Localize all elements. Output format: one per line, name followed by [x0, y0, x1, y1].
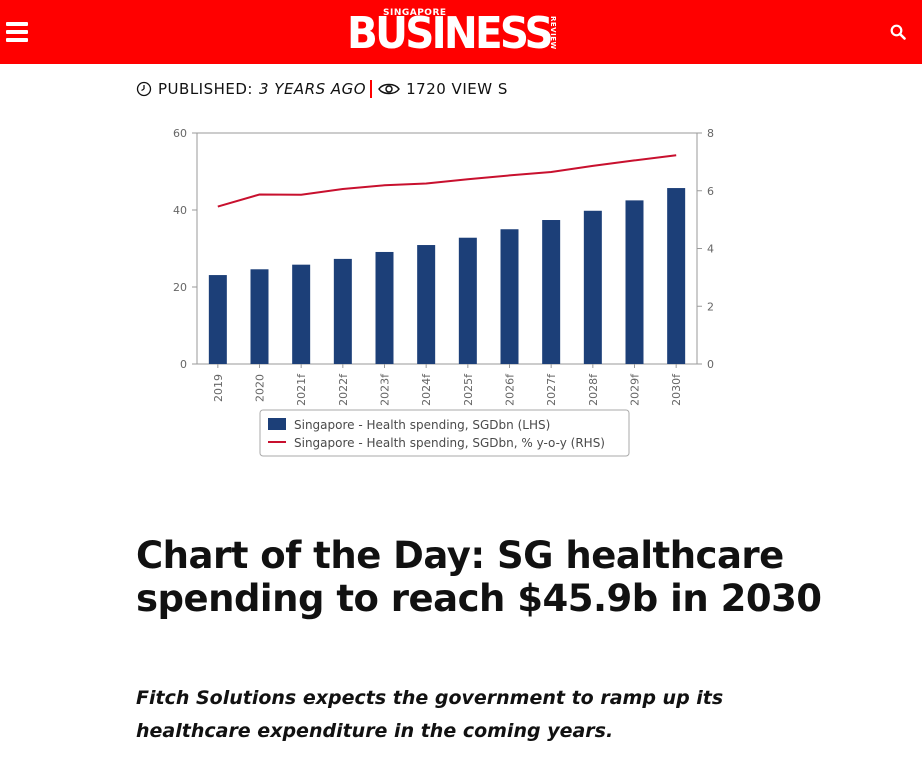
legend-line-label: Singapore - Health spending, SGDbn, % y-… — [294, 436, 605, 450]
x-axis-tick-label: 2025f — [462, 373, 475, 406]
x-axis-tick-label: 2026f — [504, 373, 517, 406]
chart-bar — [542, 220, 561, 364]
search-icon[interactable] — [890, 24, 906, 40]
chart-bar — [625, 200, 644, 364]
x-axis-tick-label: 2024f — [420, 373, 433, 406]
legend-bar-label: Singapore - Health spending, SGDbn (LHS) — [294, 418, 550, 432]
site-logo[interactable]: SINGAPORE BUSINESS REVIEW — [347, 6, 567, 58]
chart-line-series — [217, 154, 677, 208]
left-axis-tick-label: 0 — [180, 358, 187, 371]
eye-icon — [378, 83, 401, 95]
right-axis-tick-label: 4 — [707, 243, 714, 256]
x-axis-tick-label: 2029f — [629, 373, 642, 406]
chart-bar — [417, 245, 436, 364]
chart-bar — [458, 237, 477, 364]
view-count: 1720 VIEW S — [406, 80, 508, 98]
chart-bar — [583, 210, 602, 364]
x-axis-tick-label: 2020 — [254, 374, 267, 402]
plot-area-border — [196, 132, 698, 365]
clock-icon — [136, 81, 152, 97]
chart-bar — [333, 258, 352, 364]
article-subhead: Fitch Solutions expects the government t… — [136, 687, 724, 742]
x-axis-tick-label: 2030f — [670, 373, 683, 406]
right-axis-tick-label: 2 — [707, 300, 714, 313]
x-axis-tick-label: 2027f — [545, 373, 558, 406]
x-axis-tick-label: 2019 — [212, 374, 225, 402]
published-label: PUBLISHED: — [158, 80, 253, 98]
x-axis-tick-label: 2021f — [295, 373, 308, 406]
chart-svg: 0 20 40 60 0 2 4 6 8 2019 2020 2021f 2022f 2023f 2024f… — [173, 127, 714, 457]
logo-main-text: BUSINESS — [347, 8, 554, 59]
left-axis-tick-label: 60 — [173, 127, 187, 140]
chart-bar — [375, 251, 394, 364]
published-value: 3 YEARS AGO — [258, 80, 367, 98]
right-axis-tick-label: 8 — [707, 127, 714, 140]
x-axis-tick-label: 2028f — [587, 373, 600, 406]
legend-bar-swatch — [268, 418, 286, 430]
left-axis-tick-label: 20 — [173, 281, 187, 294]
x-axis-tick-label: 2023f — [379, 373, 392, 406]
right-axis-tick-label: 6 — [707, 185, 714, 198]
x-axis-tick-label: 2022f — [337, 373, 350, 406]
logo-side-text: REVIEW — [549, 16, 557, 50]
left-axis-tick-label: 40 — [173, 204, 187, 217]
health-spending-chart: 0 20 40 60 0 2 4 6 8 2019 2020 2021f 2022f 2023f 2024f… — [150, 118, 730, 468]
article-meta: PUBLISHED: 3 YEARS AGO 1720 VIEW S — [136, 78, 508, 100]
meta-separator — [370, 80, 373, 98]
chart-bar — [500, 229, 519, 364]
chart-bar — [208, 275, 227, 364]
chart-bar — [292, 264, 311, 364]
hamburger-menu-icon[interactable] — [6, 22, 28, 42]
article-headline: Chart of the Day: SG healthcare spending… — [136, 534, 822, 620]
chart-bar — [250, 269, 269, 364]
top-navigation-bar: SINGAPORE BUSINESS REVIEW — [0, 0, 922, 64]
right-axis-tick-label: 0 — [707, 358, 714, 371]
chart-bar — [667, 188, 686, 364]
